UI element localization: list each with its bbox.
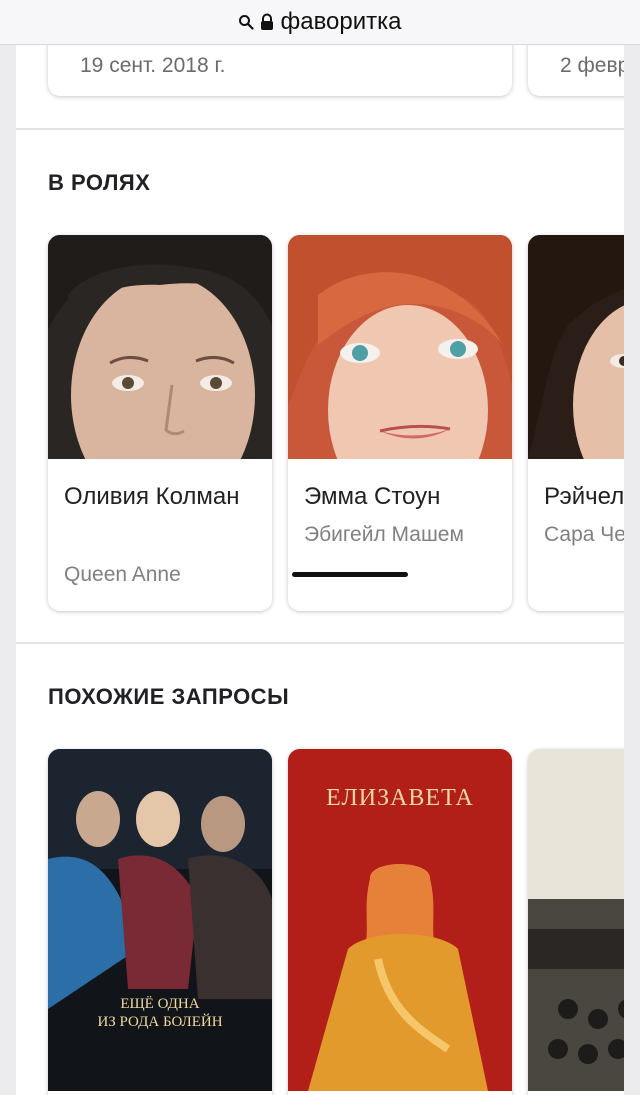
search-icon bbox=[238, 14, 255, 30]
related-section-title: ПОХОЖИЕ ЗАПРОСЫ bbox=[48, 684, 290, 709]
movie-poster bbox=[528, 749, 624, 1091]
url-text: фаворитка bbox=[280, 8, 402, 35]
lock-icon bbox=[260, 13, 274, 31]
actor-photo bbox=[288, 235, 512, 459]
actor-role: Сара Чер bbox=[544, 523, 624, 546]
related-movie-card[interactable]: ЕЩЁ ОДНА ИЗ РОДА БОЛЕЙН bbox=[48, 749, 272, 1095]
actor-role: Эбигейл Машем bbox=[304, 523, 464, 546]
cast-section-title: В РОЛЯХ bbox=[48, 170, 151, 195]
address-bar[interactable]: фаворитка bbox=[0, 0, 640, 45]
poster-title: ЕЩЁ ОДНА ИЗ РОДА БОЛЕЙН bbox=[48, 995, 272, 1031]
actor-card[interactable]: Оливия Колман Queen Anne bbox=[48, 235, 272, 611]
actor-name: Оливия Колман bbox=[64, 483, 240, 510]
actor-photo bbox=[48, 235, 272, 459]
movie-poster bbox=[48, 749, 272, 1091]
actor-photo bbox=[528, 235, 624, 459]
poster-title-line: ИЗ РОДА БОЛЕЙН bbox=[97, 1014, 223, 1030]
actor-name: Эмма Стоун bbox=[304, 483, 441, 510]
release-date: 2 февр bbox=[560, 54, 624, 77]
section-divider bbox=[16, 642, 624, 644]
hand-drawn-underline bbox=[292, 572, 408, 577]
section-divider bbox=[16, 128, 624, 130]
actor-card[interactable]: Рэйчел Сара Чер bbox=[528, 235, 624, 611]
poster-title: ЕЛИЗАВЕТА bbox=[326, 785, 474, 811]
release-date: 19 сент. 2018 г. bbox=[80, 54, 226, 77]
related-movie-card[interactable] bbox=[528, 749, 624, 1095]
poster-title-line: ЕЩЁ ОДНА bbox=[120, 996, 200, 1012]
actor-name: Рэйчел bbox=[544, 483, 624, 510]
related-movie-card[interactable]: ЕЛИЗАВЕТА bbox=[288, 749, 512, 1095]
search-results-page: 19 сент. 2018 г. 2 февр В РОЛЯХ Оливия К… bbox=[16, 0, 624, 1095]
actor-role: Queen Anne bbox=[64, 563, 181, 586]
actor-card[interactable]: Эмма Стоун Эбигейл Машем bbox=[288, 235, 512, 611]
